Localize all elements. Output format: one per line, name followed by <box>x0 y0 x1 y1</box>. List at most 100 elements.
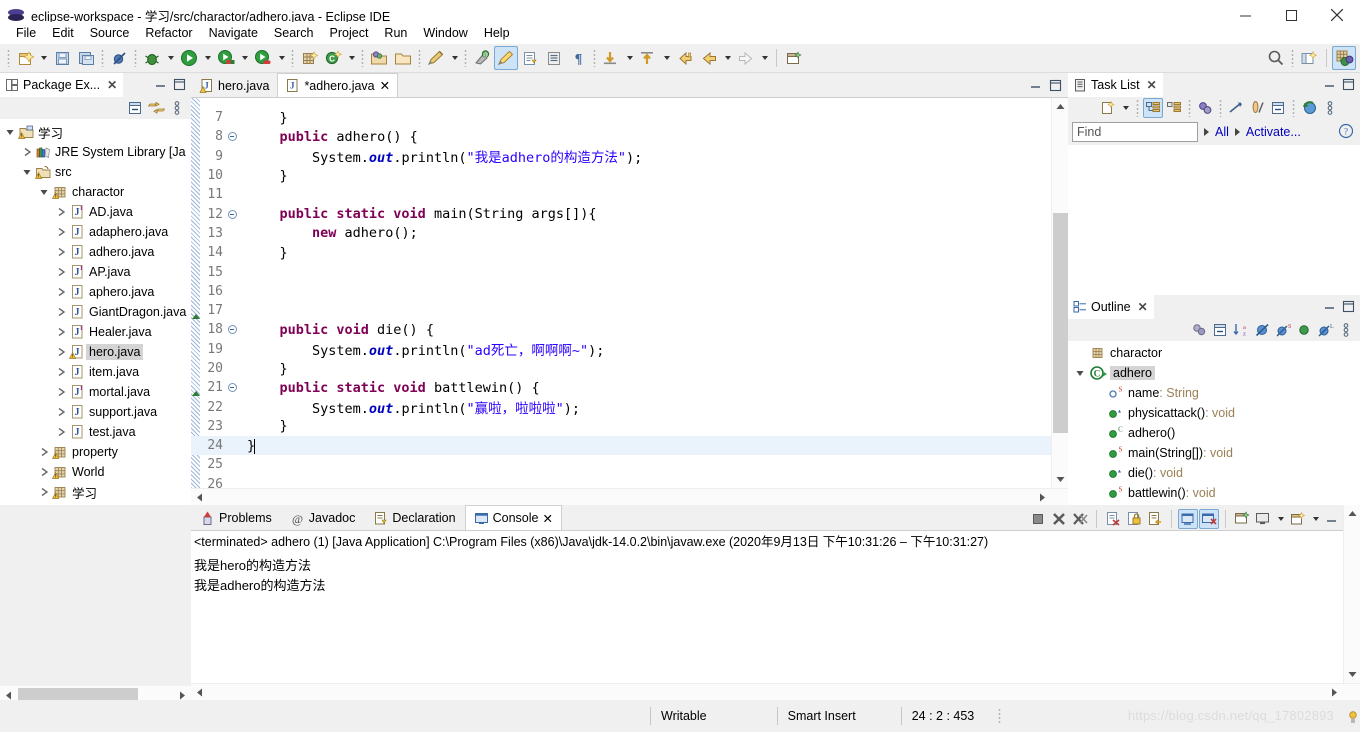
link-with-editor-icon[interactable] <box>146 98 166 118</box>
code-line[interactable]: 15 <box>191 262 1051 281</box>
outline-item[interactable]: Cadhero <box>1068 363 1360 383</box>
scroll-thumb[interactable] <box>1053 213 1068 433</box>
display-console-dropdown[interactable] <box>1274 507 1287 531</box>
new-java-class-dropdown[interactable] <box>345 46 358 70</box>
chevron-right-icon[interactable] <box>53 207 68 217</box>
chevron-down-icon[interactable] <box>36 187 51 197</box>
editor-vertical-scrollbar[interactable] <box>1051 98 1068 488</box>
tree-item[interactable]: Japhero.java <box>0 282 191 302</box>
code-line[interactable]: 26 <box>191 475 1051 488</box>
scroll-up-arrow[interactable] <box>1344 505 1360 522</box>
code-line[interactable]: 16 <box>191 282 1051 301</box>
collapse-all-icon[interactable] <box>125 98 145 118</box>
maximize-editor-button[interactable] <box>1047 77 1064 94</box>
outline-item[interactable]: Cadhero() <box>1068 423 1360 443</box>
fold-collapse-icon[interactable] <box>225 209 239 219</box>
tree-item[interactable]: Jitem.java <box>0 362 191 382</box>
maximize-view-button[interactable] <box>1340 76 1357 93</box>
fold-collapse-icon[interactable] <box>225 383 239 393</box>
code-line[interactable]: 21 public static void battlewin() { <box>191 378 1051 397</box>
minimize-console-button[interactable] <box>1323 511 1340 528</box>
new-wizard-icon[interactable] <box>13 46 37 70</box>
outline-item[interactable]: Sbattlewin() : void <box>1068 483 1360 503</box>
code-line[interactable]: 13 new adhero(); <box>191 224 1051 243</box>
console-horizontal-scrollbar[interactable] <box>191 683 1360 700</box>
new-java-package-icon[interactable] <box>297 46 321 70</box>
forward-icon[interactable] <box>734 46 758 70</box>
code-text[interactable]: 7 } 8 public adhero() {9 System.out.print… <box>191 98 1051 488</box>
outline-item[interactable]: die() : void <box>1068 463 1360 483</box>
scroll-right-arrow[interactable] <box>1034 489 1051 505</box>
open-console-icon[interactable] <box>1288 509 1308 529</box>
close-icon[interactable]: ✕ <box>1147 78 1157 92</box>
outline-item[interactable]: charactor <box>1068 343 1360 363</box>
code-line[interactable]: 24} <box>191 436 1051 456</box>
chevron-right-icon[interactable] <box>36 467 51 477</box>
code-line[interactable]: 20 } <box>191 359 1051 378</box>
scheduled-presentation-icon[interactable] <box>1164 98 1184 118</box>
restore-tasks-icon[interactable] <box>1299 98 1319 118</box>
tree-item[interactable]: ! 学习 <box>0 122 191 142</box>
editor-tab-hero[interactable]: J hero.java <box>191 73 278 97</box>
remove-launch-icon[interactable] <box>1049 509 1069 529</box>
code-line[interactable]: 14 } <box>191 243 1051 262</box>
run-icon[interactable] <box>177 46 201 70</box>
maximize-view-button[interactable] <box>1340 298 1357 315</box>
package-explorer-tree[interactable]: ! 学习 JRE System Library [Ja! src! charactor J… <box>0 119 191 505</box>
chevron-down-icon[interactable] <box>19 167 34 177</box>
menu-edit[interactable]: Edit <box>44 23 82 43</box>
debug-dropdown[interactable] <box>164 46 177 70</box>
tree-item[interactable]: JRE System Library [Ja <box>0 142 191 162</box>
run-external-tools-dropdown[interactable] <box>275 46 288 70</box>
run-dropdown[interactable] <box>201 46 214 70</box>
skip-all-breakpoints-icon[interactable] <box>107 46 131 70</box>
search-icon[interactable] <box>1264 46 1288 70</box>
outline-item[interactable]: physicattack() : void <box>1068 403 1360 423</box>
editor-horizontal-scrollbar[interactable] <box>191 488 1068 505</box>
close-icon[interactable]: ✕ <box>107 78 117 92</box>
sort-icon[interactable]: az <box>1231 320 1251 340</box>
clear-console-icon[interactable] <box>1103 509 1123 529</box>
last-edit-location-icon[interactable] <box>673 46 697 70</box>
menu-search[interactable]: Search <box>266 23 322 43</box>
tab-problems[interactable]: Problems <box>191 505 281 530</box>
code-line[interactable]: 10 } <box>191 166 1051 185</box>
scroll-left-arrow[interactable] <box>191 684 208 701</box>
link-to-editor-icon[interactable] <box>494 46 518 70</box>
toggle-mark-occurrences-icon[interactable]: @ <box>470 46 494 70</box>
tree-item[interactable]: J I AP.java <box>0 262 191 282</box>
tab-javadoc[interactable]: @ Javadoc <box>281 505 365 530</box>
menu-run[interactable]: Run <box>376 23 415 43</box>
scroll-up-arrow[interactable] <box>1052 98 1068 115</box>
scroll-left-arrow[interactable] <box>191 489 208 505</box>
tree-item[interactable]: ! World <box>0 462 191 482</box>
help-icon[interactable]: ? <box>1338 123 1354 142</box>
minimize-view-button[interactable] <box>152 76 169 93</box>
chevron-right-icon[interactable] <box>53 387 68 397</box>
view-menu-icon[interactable] <box>1336 320 1356 340</box>
hide-static-icon[interactable]: S <box>1273 320 1293 340</box>
tree-item[interactable]: ! 学习 <box>0 482 191 502</box>
maximize-view-button[interactable] <box>171 76 188 93</box>
hide-fields-icon[interactable] <box>1252 320 1272 340</box>
new-window-icon[interactable] <box>782 46 806 70</box>
code-line[interactable]: 17 <box>191 301 1051 320</box>
menu-refactor[interactable]: Refactor <box>137 23 200 43</box>
outline-item[interactable]: Smain(String[]) : void <box>1068 443 1360 463</box>
outline-tree[interactable]: charactor Cadhero Sname : String physicatta… <box>1068 341 1360 505</box>
chevron-right-icon[interactable] <box>36 487 51 497</box>
display-selected-console-icon[interactable] <box>1253 509 1273 529</box>
scroll-right-arrow[interactable] <box>1326 684 1343 701</box>
tree-item[interactable]: J I AD.java <box>0 202 191 222</box>
code-line[interactable]: 22 System.out.println("赢啦，啦啦啦"); <box>191 397 1051 418</box>
pin-console-icon[interactable] <box>1232 509 1252 529</box>
new-wizard-dropdown[interactable] <box>37 46 50 70</box>
word-wrap-icon[interactable] <box>1145 509 1165 529</box>
chevron-right-icon[interactable] <box>53 367 68 377</box>
outline-item[interactable]: Sname : String <box>1068 383 1360 403</box>
focus-on-workweek-icon[interactable] <box>1226 98 1246 118</box>
menu-project[interactable]: Project <box>322 23 377 43</box>
hide-nonpublic-icon[interactable] <box>1294 320 1314 340</box>
code-line[interactable]: 11 <box>191 185 1051 204</box>
chevron-right-icon[interactable] <box>36 447 51 457</box>
